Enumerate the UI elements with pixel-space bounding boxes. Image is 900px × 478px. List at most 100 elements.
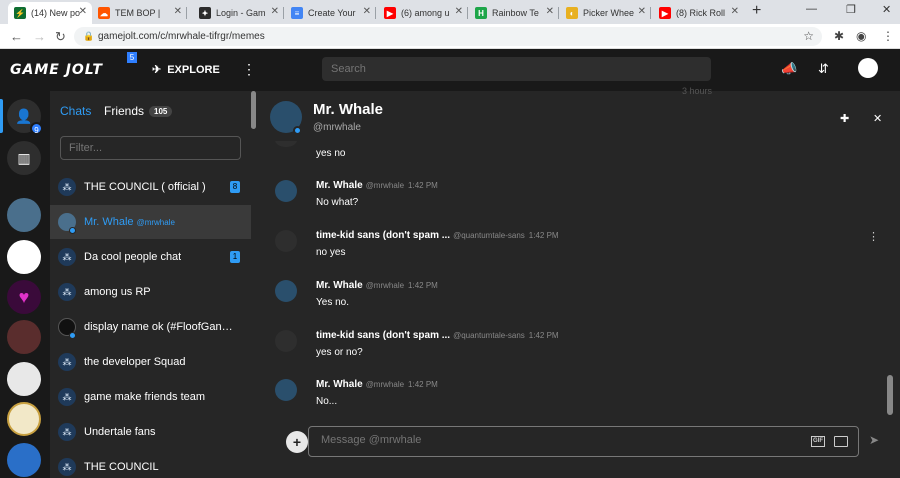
chat-list-item[interactable]: display name ok (#FloofGang) ... (50, 310, 251, 344)
restore-icon[interactable]: ❐ (846, 3, 856, 16)
close-icon[interactable]: ✕ (873, 112, 882, 125)
community-avatar[interactable]: ♥ (7, 280, 41, 314)
community-rail: 👤 9 ▥ ♥ (0, 91, 50, 478)
more-menu-icon[interactable]: ⋮ (242, 61, 256, 78)
chat-list-item[interactable]: ⁂ among us RP (50, 275, 251, 309)
chat-list-item[interactable]: ⁂ THE COUNCIL ( official ) 8 (50, 170, 251, 204)
message-time: 1:42 PM (408, 181, 438, 190)
tab-friends[interactable]: Friends 105 (104, 104, 173, 118)
gamejolt-tab-icon: ✦ (199, 7, 211, 19)
message-author: Mr. Whale (316, 280, 363, 291)
forward-arrow-icon[interactable]: → (33, 29, 46, 44)
browser-tab[interactable]: ▶ (6) among u ✕ (378, 2, 468, 24)
compass-icon: ✈ (152, 64, 162, 76)
tab-title: (6) among u (401, 8, 450, 18)
message-input[interactable] (321, 434, 771, 446)
emoji-icon[interactable] (834, 436, 848, 447)
docs-tab-icon: ≡ (291, 7, 303, 19)
browser-tab[interactable]: ▶ (8) Rick Roll ✕ (653, 2, 744, 24)
back-arrow-icon[interactable]: ← (10, 29, 23, 44)
message-time: 1:42 PM (528, 231, 559, 240)
minimize-icon[interactable]: — (806, 3, 817, 15)
notification-badge: 5 (127, 52, 137, 63)
avatar[interactable] (275, 379, 297, 401)
community-avatar[interactable] (7, 320, 41, 354)
chat-username: @mrwhale (136, 218, 175, 227)
url-bar[interactable]: 🔒 gamejolt.com/c/mrwhale-tifrgr/memes ☆ (74, 27, 822, 46)
tab-chats[interactable]: Chats (60, 104, 91, 118)
close-icon[interactable]: ✕ (731, 6, 739, 17)
message-text: Yes no. (316, 297, 349, 308)
tab-title: Rainbow Te (492, 8, 539, 18)
window-close-icon[interactable]: ✕ (882, 3, 891, 16)
extensions-icon[interactable]: ✱ (834, 29, 844, 43)
community-avatar[interactable] (7, 402, 41, 436)
message-scrollbar[interactable] (887, 375, 893, 415)
close-icon[interactable]: ✕ (546, 6, 554, 17)
tab-title: Picker Whee (583, 8, 635, 18)
chat-list-scrollbar[interactable] (251, 91, 256, 129)
browser-tab[interactable]: ≡ Create Your ✕ (285, 2, 376, 24)
tab-title: (14) New po (31, 8, 81, 18)
reload-icon[interactable]: ↻ (55, 29, 66, 45)
message-header: Mr. Whale @mrwhale 1:42 PM (316, 180, 438, 191)
browser-tab[interactable]: H Rainbow Te ✕ (469, 2, 559, 24)
send-icon[interactable]: ➤ (869, 433, 879, 447)
bookmark-star-icon[interactable]: ☆ (803, 27, 814, 46)
chat-list-item[interactable]: ⁂ Undertale fans (50, 415, 251, 449)
avatar[interactable] (275, 280, 297, 302)
chat-title[interactable]: Mr. Whale (313, 101, 383, 118)
community-avatar[interactable] (7, 240, 41, 274)
close-icon[interactable]: ✕ (455, 6, 463, 17)
close-icon[interactable]: ✕ (638, 6, 646, 17)
message-header: time-kid sans (don't spam ... @quantumtal… (316, 230, 559, 241)
library-rail-button[interactable]: ▥ (7, 141, 41, 175)
tab-title: Create Your (308, 8, 356, 18)
gif-icon[interactable]: GIF (811, 436, 825, 447)
avatar[interactable] (275, 330, 297, 352)
new-tab-button[interactable]: + (752, 2, 761, 20)
user-avatar[interactable] (858, 58, 878, 78)
message-author: Mr. Whale (316, 180, 363, 191)
avatar[interactable] (275, 230, 297, 252)
search-input[interactable] (322, 57, 711, 81)
add-attachment-button[interactable]: + (286, 431, 308, 453)
chat-window: 3 hours Mr. Whale @mrwhale ✚ ✕ yes no Mr… (263, 86, 900, 478)
message-time: 1:42 PM (528, 331, 559, 340)
online-indicator (69, 227, 76, 234)
browser-tab[interactable]: ✦ Login - Gam ✕ (193, 2, 284, 24)
browser-tab[interactable]: ⚡ (14) New po ✕ (8, 2, 92, 24)
group-icon: ⁂ (58, 353, 76, 371)
close-icon[interactable]: ✕ (363, 6, 371, 17)
community-avatar[interactable] (7, 362, 41, 396)
explore-link[interactable]: ✈ EXPLORE (152, 63, 220, 76)
message-username: @mrwhale (365, 281, 405, 290)
chat-list-item[interactable]: ⁂ Da cool people chat 1 (50, 240, 251, 274)
community-avatar[interactable] (7, 198, 41, 232)
chat-name: the developer Squad (84, 356, 186, 368)
browser-tab[interactable]: ◐ Picker Whee ✕ (560, 2, 651, 24)
friend-requests-icon[interactable]: ⇵ (818, 61, 829, 77)
filter-input[interactable] (60, 136, 241, 160)
unread-badge: 8 (230, 181, 240, 193)
megaphone-icon[interactable]: 📣 (781, 61, 797, 77)
community-avatar[interactable] (7, 443, 41, 477)
chat-name: THE COUNCIL (84, 461, 159, 473)
chat-list-item[interactable]: Mr. Whale @mrwhale (50, 205, 251, 239)
avatar[interactable] (275, 180, 297, 202)
close-icon[interactable]: ✕ (271, 6, 279, 17)
chat-list-item[interactable]: ⁂ the developer Squad (50, 345, 251, 379)
browser-tab[interactable]: ☁ TEM BOP | ✕ (92, 2, 187, 24)
add-member-icon[interactable]: ✚ (840, 112, 849, 125)
address-toolbar: ← → ↻ 🔒 gamejolt.com/c/mrwhale-tifrgr/me… (0, 24, 900, 49)
browser-menu-icon[interactable]: ⋮ (882, 29, 894, 43)
tab-separator (467, 7, 468, 19)
profile-icon[interactable]: ◉ (856, 29, 866, 43)
chat-list-item[interactable]: ⁂ game make friends team (50, 380, 251, 414)
close-icon[interactable]: ✕ (174, 6, 182, 17)
chat-tabs: Chats Friends 105 (60, 104, 173, 118)
message-options-icon[interactable]: ⋮ (868, 230, 879, 243)
chat-list-item[interactable]: ⁂ THE COUNCIL (50, 450, 251, 478)
gamejolt-logo[interactable]: GAME JOLT (10, 62, 103, 78)
close-icon[interactable]: ✕ (79, 6, 87, 17)
